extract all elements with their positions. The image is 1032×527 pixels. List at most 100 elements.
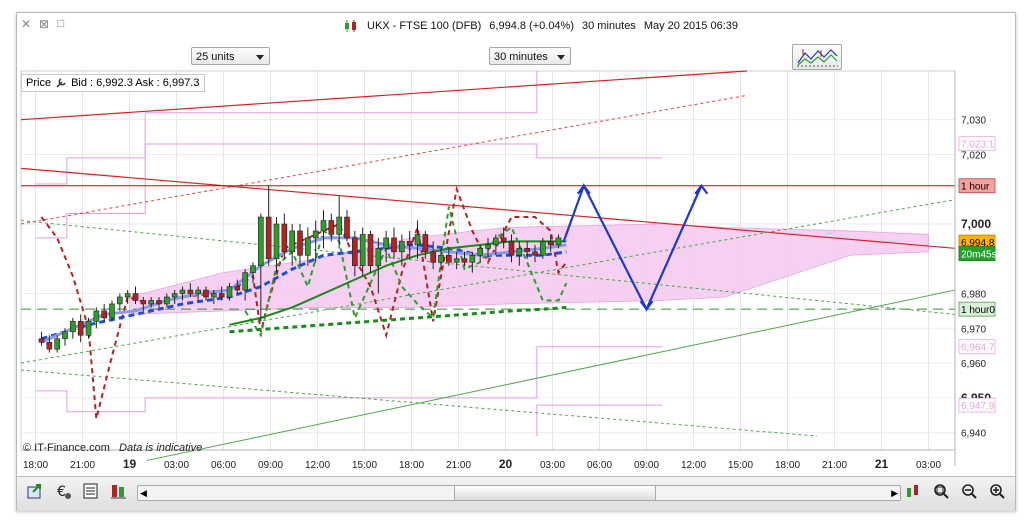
candle-body	[500, 237, 507, 242]
candle-body	[124, 293, 131, 298]
candle-body	[265, 216, 272, 260]
candle-body	[156, 300, 162, 305]
x-tick-label: 06:00	[587, 460, 612, 471]
candle-body	[148, 300, 154, 305]
zoom-fit-button[interactable]	[931, 481, 951, 501]
candle-body	[195, 289, 201, 294]
zoom-in-icon	[990, 484, 1005, 499]
x-tick-label: 18:00	[775, 460, 800, 471]
chart-type-icon	[907, 485, 918, 497]
x-tick-label: 09:00	[634, 460, 659, 471]
x-tick-label: 12:00	[305, 460, 330, 471]
candle-body	[320, 220, 327, 232]
price-tag-label: 6,947.9	[961, 401, 995, 412]
candle-body	[93, 310, 100, 322]
scroll-thumb[interactable]	[454, 486, 656, 500]
candle-body	[344, 216, 350, 239]
y-tick-label: 7,030	[961, 116, 986, 127]
bottom-toolbar: € ◀ ▶	[17, 476, 1015, 511]
candle-body	[430, 251, 436, 263]
chart-type-button[interactable]	[903, 481, 923, 501]
table-button[interactable]	[81, 481, 101, 501]
copyright-line: © IT-Finance.com Data is indicative	[23, 442, 202, 454]
x-tick-label: 15:00	[728, 460, 753, 471]
candle-body	[532, 251, 538, 256]
y-tick-label: 6,960	[961, 359, 986, 370]
candle-body	[281, 223, 288, 253]
candle-body	[352, 237, 358, 267]
euro-button[interactable]: €	[53, 481, 73, 501]
candle-body	[485, 244, 491, 249]
wrench-icon[interactable]	[55, 77, 67, 89]
price-tag-label: 1 hour	[961, 182, 990, 193]
export-button[interactable]	[25, 481, 45, 501]
candle-body	[171, 293, 178, 298]
candle-body	[399, 241, 405, 253]
candle-body	[359, 234, 366, 267]
bars-button[interactable]	[109, 481, 129, 501]
y-tick-label: 7,020	[961, 150, 986, 161]
candle-body	[312, 230, 319, 239]
chart-window: ✕ ⊠ □ UKX - FTSE 100 (DFB) 6,994.8 (+0.0…	[16, 12, 1016, 511]
candle-body	[438, 254, 444, 263]
candle-body	[77, 321, 84, 336]
right-labels: 7,023.11 hour6,994.820m45s1 hour06,964.7…	[958, 136, 997, 413]
bars-icon	[111, 485, 126, 499]
x-tick-label: 15:00	[352, 460, 377, 471]
candle-body	[367, 234, 374, 267]
price-tag-label: 20m45s	[961, 250, 997, 261]
candle-body	[453, 258, 460, 263]
x-tick-label: 19	[123, 457, 137, 471]
candle-body	[422, 234, 429, 253]
x-tick-label: 03:00	[916, 460, 941, 471]
candle-body	[38, 338, 45, 343]
candle-body	[414, 234, 421, 246]
x-tick-label: 06:00	[211, 460, 236, 471]
candle-body	[477, 248, 483, 256]
candle-body	[101, 310, 107, 319]
price-info-box: Price Bid : 6,992.3 Ask : 6,997.3	[21, 74, 205, 92]
x-tick-label: 09:00	[258, 460, 283, 471]
candle-body	[540, 241, 546, 256]
zoom-out-icon	[962, 484, 977, 499]
candle-body	[461, 258, 468, 263]
zoom-fit-icon	[934, 484, 949, 499]
price-tag-label: 7,023.1	[961, 140, 995, 151]
zoom-out-button[interactable]	[959, 481, 979, 501]
candle-body	[258, 216, 264, 267]
currency-icon: €	[57, 484, 71, 500]
x-tick-label: 18:00	[23, 460, 48, 471]
time-scrollbar[interactable]: ◀ ▶	[137, 485, 901, 501]
scroll-left-icon[interactable]: ◀	[140, 488, 147, 499]
candle-body	[117, 296, 123, 305]
candle-body	[46, 341, 53, 350]
candle-body	[383, 237, 389, 249]
candle-body	[289, 230, 295, 253]
table-icon	[83, 483, 98, 499]
candle-body	[305, 237, 311, 256]
export-icon	[27, 484, 41, 499]
candle-body	[62, 331, 68, 340]
x-tick-label: 21:00	[70, 460, 95, 471]
candle-body	[234, 286, 241, 291]
copyright-text: © IT-Finance.com	[23, 442, 110, 454]
candle-body	[250, 265, 256, 273]
bid-ask-label: Bid : 6,992.3 Ask : 6,997.3	[71, 77, 200, 89]
candle-body	[187, 289, 194, 294]
zoom-in-button[interactable]	[987, 481, 1007, 501]
candle-body	[375, 248, 382, 267]
x-tick-label: 18:00	[399, 460, 424, 471]
candle-body	[164, 296, 170, 305]
y-tick-label: 6,970	[961, 324, 986, 335]
candle-body	[54, 338, 60, 350]
candle-body	[508, 241, 515, 256]
candle-body	[336, 216, 342, 235]
candle-body	[493, 237, 499, 246]
x-tick-label: 21:00	[446, 460, 471, 471]
x-tick-label: 20	[499, 457, 513, 471]
x-tick-label: 03:00	[540, 460, 565, 471]
candle-body	[555, 237, 562, 246]
x-tick-label: 21:00	[822, 460, 847, 471]
candle-body	[211, 293, 217, 298]
scroll-right-icon[interactable]: ▶	[891, 488, 898, 499]
